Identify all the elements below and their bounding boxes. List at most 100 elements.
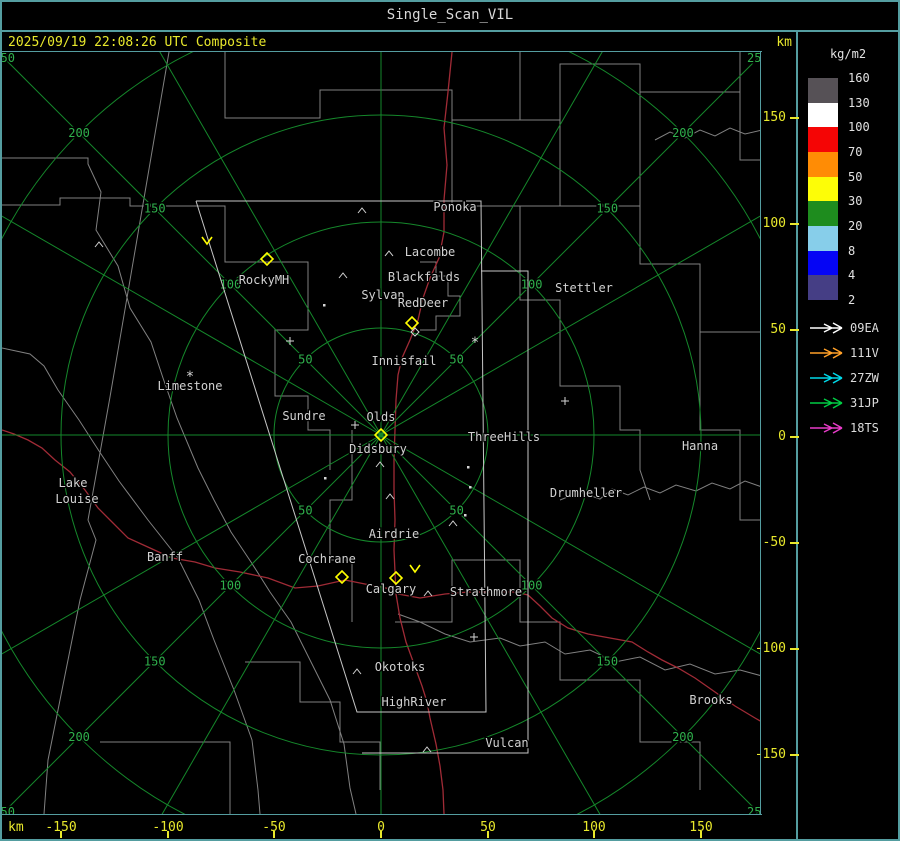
city-label: Lacombe bbox=[405, 245, 456, 259]
legend-swatch bbox=[808, 127, 838, 152]
bottom-axis-tick-mark bbox=[487, 831, 489, 838]
ring-distance-label: 200 bbox=[672, 126, 694, 140]
county-boundary bbox=[2, 197, 331, 470]
ring-distance-label: 250 bbox=[2, 805, 15, 814]
town-caret-icon bbox=[338, 272, 348, 279]
station-arrow-icon bbox=[810, 322, 843, 334]
city-label: Olds bbox=[367, 410, 396, 424]
window-title: Single_Scan_VIL bbox=[0, 0, 900, 32]
station-arrow-icon bbox=[810, 397, 843, 409]
legend-value-label: 2 bbox=[848, 293, 856, 307]
county-boundary bbox=[2, 157, 357, 814]
bottom-axis-tick-mark bbox=[700, 831, 702, 838]
county-boundary bbox=[224, 52, 521, 121]
city-label: Okotoks bbox=[375, 660, 426, 674]
legend-value-label: 4 bbox=[848, 268, 856, 282]
scan-timestamp: 2025/09/19 22:08:26 UTC Composite bbox=[8, 35, 267, 50]
city-label: Didsbury bbox=[349, 442, 407, 456]
county-boundary bbox=[245, 661, 381, 790]
station-id-label: 111V bbox=[850, 346, 879, 360]
ring-distance-label: 200 bbox=[68, 126, 90, 140]
legend-value-label: 50 bbox=[848, 170, 863, 184]
legend-swatch bbox=[808, 251, 838, 275]
right-axis-tick-label: 100 bbox=[762, 216, 786, 231]
radar-map[interactable]: 50 5050 50100 100100 100150 150150 150200 20020… bbox=[2, 52, 760, 814]
bottom-axis-unit-label: km bbox=[8, 820, 24, 835]
county-boundary bbox=[699, 332, 760, 521]
county-boundary bbox=[397, 613, 760, 676]
right-axis-tick-label: -100 bbox=[754, 641, 786, 656]
county-boundary bbox=[43, 52, 170, 814]
ring-distance-label: 150 bbox=[144, 202, 166, 216]
plus-marker-icon bbox=[286, 337, 294, 345]
city-label: Brooks bbox=[689, 693, 732, 707]
azimuth-ray bbox=[380, 52, 603, 436]
legend-swatch bbox=[808, 152, 838, 177]
legend-swatch bbox=[808, 275, 838, 300]
ring-distance-label: 100 bbox=[220, 579, 242, 593]
ring-distance-label: 200 bbox=[672, 730, 694, 744]
right-axis-tick-mark bbox=[790, 329, 799, 331]
station-id-label: 31JP bbox=[850, 396, 879, 410]
legend-swatch bbox=[808, 103, 838, 127]
city-label: Banff bbox=[147, 550, 183, 564]
legend-unit-label: kg/m2 bbox=[829, 47, 867, 61]
county-boundary bbox=[519, 206, 651, 501]
legend-value-label: 100 bbox=[848, 120, 870, 134]
asterisk-marker-icon: * bbox=[471, 335, 479, 351]
town-caret-icon bbox=[385, 493, 395, 500]
station-legend-row: 31JP bbox=[810, 396, 879, 410]
county-boundary bbox=[520, 52, 741, 121]
station-id-label: 09EA bbox=[850, 321, 880, 335]
bottom-axis-tick-mark bbox=[167, 831, 169, 838]
legend-swatch bbox=[808, 226, 838, 251]
legend-value-label: 8 bbox=[848, 244, 856, 258]
city-label: Stettler bbox=[555, 281, 613, 295]
town-caret-icon bbox=[94, 241, 104, 248]
yellow-v-arrow-icon bbox=[409, 564, 421, 574]
ring-distance-label: 100 bbox=[521, 579, 543, 593]
ring-distance-label: 250 bbox=[2, 52, 15, 65]
legend-value-label: 30 bbox=[848, 194, 863, 208]
ring-distance-label: 150 bbox=[596, 654, 618, 668]
station-legend-row: 09EA bbox=[810, 321, 880, 335]
county-boundary bbox=[560, 92, 641, 207]
ring-distance-label: 150 bbox=[596, 202, 618, 216]
ring-distance-label: 100 bbox=[521, 277, 543, 291]
city-label: RedDeer bbox=[398, 296, 449, 310]
legend-swatch bbox=[808, 177, 838, 201]
plus-marker-icon bbox=[351, 421, 359, 429]
city-label: Innisfail bbox=[371, 354, 436, 368]
county-boundary bbox=[739, 92, 760, 161]
town-caret-icon bbox=[375, 461, 385, 468]
azimuth-ray bbox=[380, 434, 601, 814]
town-caret-icon bbox=[423, 590, 433, 597]
city-label: Louise bbox=[55, 492, 98, 506]
station-id-label: 18TS bbox=[850, 421, 879, 435]
right-axis-tick-label: 50 bbox=[770, 322, 786, 337]
city-label: Blackfalds bbox=[388, 270, 460, 284]
station-legend-row: 111V bbox=[810, 346, 879, 360]
city-label: RockyMH bbox=[239, 273, 290, 287]
county-boundary bbox=[654, 127, 760, 141]
bottom-axis-tick-mark bbox=[60, 831, 62, 838]
city-label: Ponoka bbox=[433, 200, 476, 214]
asterisk-marker-icon: * bbox=[186, 369, 194, 385]
bottom-axis-tick-mark bbox=[593, 831, 595, 838]
legend-swatch bbox=[808, 201, 838, 226]
yellow-v-arrow-icon bbox=[201, 236, 213, 246]
ring-distance-label: 200 bbox=[68, 730, 90, 744]
station-arrow-icon bbox=[810, 422, 843, 434]
ring-distance-label: 150 bbox=[144, 654, 166, 668]
right-axis-tick-label: -50 bbox=[762, 535, 786, 550]
ring-distance-label: 50 bbox=[298, 352, 312, 366]
plus-marker-icon bbox=[561, 397, 569, 405]
ring-distance-label: 250 bbox=[747, 805, 760, 814]
right-axis-tick-mark bbox=[790, 648, 799, 650]
ring-distance-label: 50 bbox=[298, 504, 312, 518]
ring-distance-label: 250 bbox=[747, 52, 760, 65]
right-axis-tick-label: 150 bbox=[762, 110, 786, 125]
dot-marker-icon bbox=[469, 486, 472, 489]
legend-value-label: 160 bbox=[848, 71, 870, 85]
city-label: Calgary bbox=[366, 582, 417, 596]
